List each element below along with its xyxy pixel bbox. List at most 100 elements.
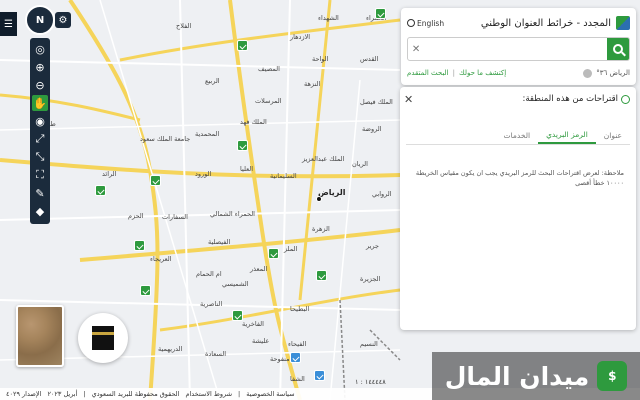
map-label: الشهداء [318,14,339,22]
poi-icon[interactable] [95,185,106,196]
clear-drawing-button[interactable]: ◆ [32,203,48,219]
search-icon [621,94,630,104]
map-label: الحمراء الشمالي [210,210,255,218]
poi-icon[interactable] [140,285,151,296]
city-label: الرياض [318,188,346,197]
settings-button[interactable]: ⚙ [55,12,71,28]
map-label: العريجاء [150,255,172,263]
map-label: جامعة الملك سعود [140,135,191,143]
map-label: الناصرية [200,300,223,308]
copyright-text: الحقوق محفوظة للبريد السعودي [91,390,180,398]
map-label: الروضة [362,125,382,133]
search-bar: ✕ [407,37,630,61]
poi-icon[interactable] [237,40,248,51]
map-label: الازدهار [290,33,311,41]
search-icon [613,44,623,54]
compass-button[interactable]: N [25,5,55,35]
clear-search-button[interactable]: ✕ [408,38,424,60]
globe-icon: ◉ [35,114,45,128]
basemap-toggle[interactable] [16,305,64,367]
language-button[interactable]: English [407,19,444,28]
map-label: الملك فيصل [360,98,393,106]
map-label: الواحة [312,55,329,63]
poi-icon[interactable] [237,140,248,151]
globe-icon [407,19,415,27]
map-label: المعذر [250,265,268,273]
poi-icon[interactable] [134,240,145,251]
map-label: القدس [360,55,379,63]
collapse-button[interactable]: ⤡ [32,149,48,165]
suggestions-title: اقتراحات من هذه المنطقة: [522,94,618,104]
tab-services[interactable]: الخدمات [496,127,539,144]
map-label: الحزم [128,212,144,220]
poi-icon[interactable] [232,310,243,321]
map-label: عليشة [252,337,270,345]
poi-icon[interactable] [150,175,161,186]
terms-link[interactable]: شروط الاستخدام [185,390,232,398]
measure-button[interactable]: ✎ [32,185,48,201]
poi-icon[interactable] [316,270,327,281]
explore-nearby-link[interactable]: إكتشف ما حولك [459,69,506,77]
footer-separator: | [238,390,241,398]
search-panel-footer: الرياض ٣٦° إكتشف ما حولك | البحث المتقدم [407,66,630,80]
eraser-icon: ◆ [35,204,45,218]
map-label: الورود [195,170,212,178]
poi-icon[interactable] [375,8,386,19]
suggestions-header: اقتراحات من هذه المنطقة: ✕ [404,91,630,107]
zoom-in-button[interactable]: ⊕ [32,59,48,75]
map-label: الدريهمية [158,345,183,353]
location-text: الرياض ٣٦° [596,69,630,77]
map-label: الفيحاء [288,340,307,348]
version-text: الإصدار ٤٠٢٩ [6,390,42,398]
tab-postal-code[interactable]: الرمز البريدي [538,127,596,144]
map-label: الزهرة [312,225,330,233]
compass-north-label: N [35,14,45,26]
weather-icon [583,68,593,78]
hamburger-icon: ☰ [4,18,13,30]
search-panel-header: المجدد - خرائط العنوان الوطني English [407,14,630,32]
map-label: الجزيرة [360,275,381,283]
advanced-search-link[interactable]: البحث المتقدم [407,69,449,77]
app-logo-icon [616,16,630,30]
suggestions-tabs: عنوان الرمز البريدي الخدمات [406,127,630,145]
search-button[interactable] [607,38,629,60]
close-suggestions-button[interactable]: ✕ [404,93,413,106]
gear-icon: ⚙ [58,14,68,26]
collapse-icon: ⤡ [35,150,45,163]
map-label: الملك عبدالعزيز [302,155,345,163]
poi-icon[interactable] [290,352,301,363]
privacy-policy-link[interactable]: سياسة الخصوصية [246,390,294,398]
fullscreen-icon: ⛶ [36,168,44,181]
expand-icon: ⤢ [35,132,45,145]
tab-address[interactable]: عنوان [596,127,630,144]
menu-button[interactable]: ☰ [0,12,17,36]
scale-readout: ١٤٤٤٤٨ : ١ [355,378,386,386]
map-label: البطيحا [290,305,310,313]
full-extent-button[interactable]: ◉ [32,113,48,129]
poi-icon[interactable] [268,248,279,259]
zoom-out-button[interactable]: ⊖ [32,77,48,93]
qibla-button[interactable] [78,313,128,363]
search-input[interactable] [424,38,607,60]
zoom-in-icon: ⊕ [35,60,45,74]
map-toolbar: ◎ ⊕ ⊖ ✋ ◉ ⤢ ⤡ ⛶ ✎ ◆ [30,38,50,224]
expand-button[interactable]: ⤢ [32,131,48,147]
kaaba-icon [92,326,114,350]
map-label: النسيم [360,340,378,348]
map-label: الروابي [372,190,392,198]
map-label: ام الحمام [196,270,222,278]
zoom-out-icon: ⊖ [35,78,45,92]
locate-button[interactable]: ◎ [32,41,48,57]
map-label: الربيع [205,77,220,85]
map-label: جرير [366,242,379,250]
map-label: الريان [352,160,368,168]
hand-icon: ✋ [33,96,47,110]
pan-button[interactable]: ✋ [32,95,48,111]
location-marker[interactable] [316,196,322,202]
fullscreen-button[interactable]: ⛶ [32,167,48,183]
release-date: أبريل ٢٠٢٣ [47,390,78,398]
crosshair-icon: ◎ [35,42,45,56]
map-label: الملك فهد [240,118,267,126]
poi-icon[interactable] [314,370,325,381]
link-separator: | [452,69,455,77]
